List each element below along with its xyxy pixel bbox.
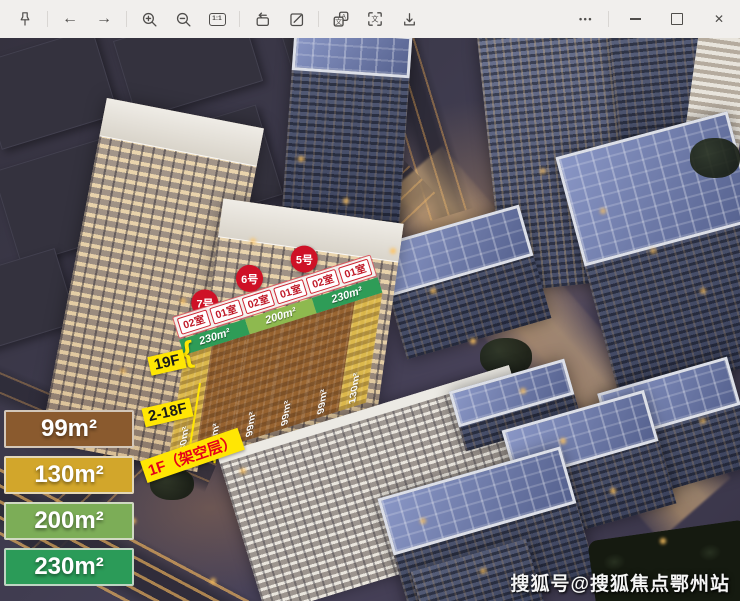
legend-item-230: 230m² bbox=[4, 548, 134, 586]
legend-item-99: 99m² bbox=[4, 410, 134, 448]
save-button[interactable] bbox=[392, 4, 426, 34]
forward-button[interactable]: → bbox=[87, 4, 121, 34]
more-options-button[interactable]: ••• bbox=[569, 4, 603, 34]
more-icon: ••• bbox=[579, 14, 593, 24]
visual-search-icon: 文 bbox=[366, 10, 384, 28]
actual-size-icon: 1:1 bbox=[209, 13, 226, 26]
translate-icon: A 文 bbox=[332, 10, 350, 28]
legend-item-130: 130m² bbox=[4, 456, 134, 494]
image-viewer-window: ← → 1:1 bbox=[0, 0, 740, 601]
minimize-button[interactable] bbox=[614, 4, 656, 34]
toolbar-separator bbox=[318, 11, 319, 27]
pin-button[interactable] bbox=[8, 4, 42, 34]
forward-icon: → bbox=[96, 11, 112, 27]
toolbar-separator bbox=[608, 11, 609, 27]
rotate-button[interactable] bbox=[245, 4, 279, 34]
watermark: 搜狐号@搜狐焦点鄂州站 bbox=[510, 569, 730, 596]
back-button[interactable]: ← bbox=[53, 4, 87, 34]
edit-button[interactable] bbox=[279, 4, 313, 34]
toolbar-separator bbox=[239, 11, 240, 27]
back-icon: ← bbox=[62, 11, 78, 27]
translate-button[interactable]: A 文 bbox=[324, 4, 358, 34]
area-legend: 99m² 130m² 200m² 230m² bbox=[4, 410, 136, 594]
maximize-icon bbox=[671, 13, 683, 25]
toolbar-separator bbox=[126, 11, 127, 27]
toolbar-separator bbox=[47, 11, 48, 27]
actual-size-button[interactable]: 1:1 bbox=[200, 4, 234, 34]
maximize-button[interactable] bbox=[656, 4, 698, 34]
zoom-out-icon bbox=[175, 11, 192, 28]
toolbar: ← → 1:1 bbox=[0, 0, 740, 38]
close-icon: ✕ bbox=[714, 12, 724, 26]
save-icon bbox=[401, 11, 418, 28]
solar-roof bbox=[292, 38, 413, 78]
close-button[interactable]: ✕ bbox=[698, 4, 740, 34]
photo-canvas[interactable]: 7号 6号 5号 02室 01室 02室 01室 02室 01室 230m² 2… bbox=[0, 38, 740, 601]
legend-item-200: 200m² bbox=[4, 502, 134, 540]
edit-icon bbox=[288, 11, 305, 28]
minimize-icon bbox=[630, 18, 641, 19]
svg-text:文: 文 bbox=[335, 17, 342, 26]
svg-text:文: 文 bbox=[371, 15, 378, 24]
trees bbox=[690, 138, 740, 178]
zoom-in-icon bbox=[141, 11, 158, 28]
rotate-icon bbox=[254, 11, 271, 28]
zoom-in-button[interactable] bbox=[132, 4, 166, 34]
visual-search-button[interactable]: 文 bbox=[358, 4, 392, 34]
street-lights bbox=[0, 38, 2, 40]
pin-icon bbox=[17, 11, 33, 27]
zoom-out-button[interactable] bbox=[166, 4, 200, 34]
